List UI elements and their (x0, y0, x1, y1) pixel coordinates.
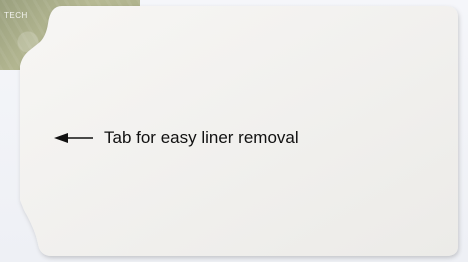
annotation-label: Tab for easy liner removal (104, 128, 299, 147)
arrow-left-icon (54, 133, 93, 143)
tab-annotation: Tab for easy liner removal (54, 128, 299, 148)
photo-scene: TECH Tab for easy liner removal (0, 0, 468, 262)
